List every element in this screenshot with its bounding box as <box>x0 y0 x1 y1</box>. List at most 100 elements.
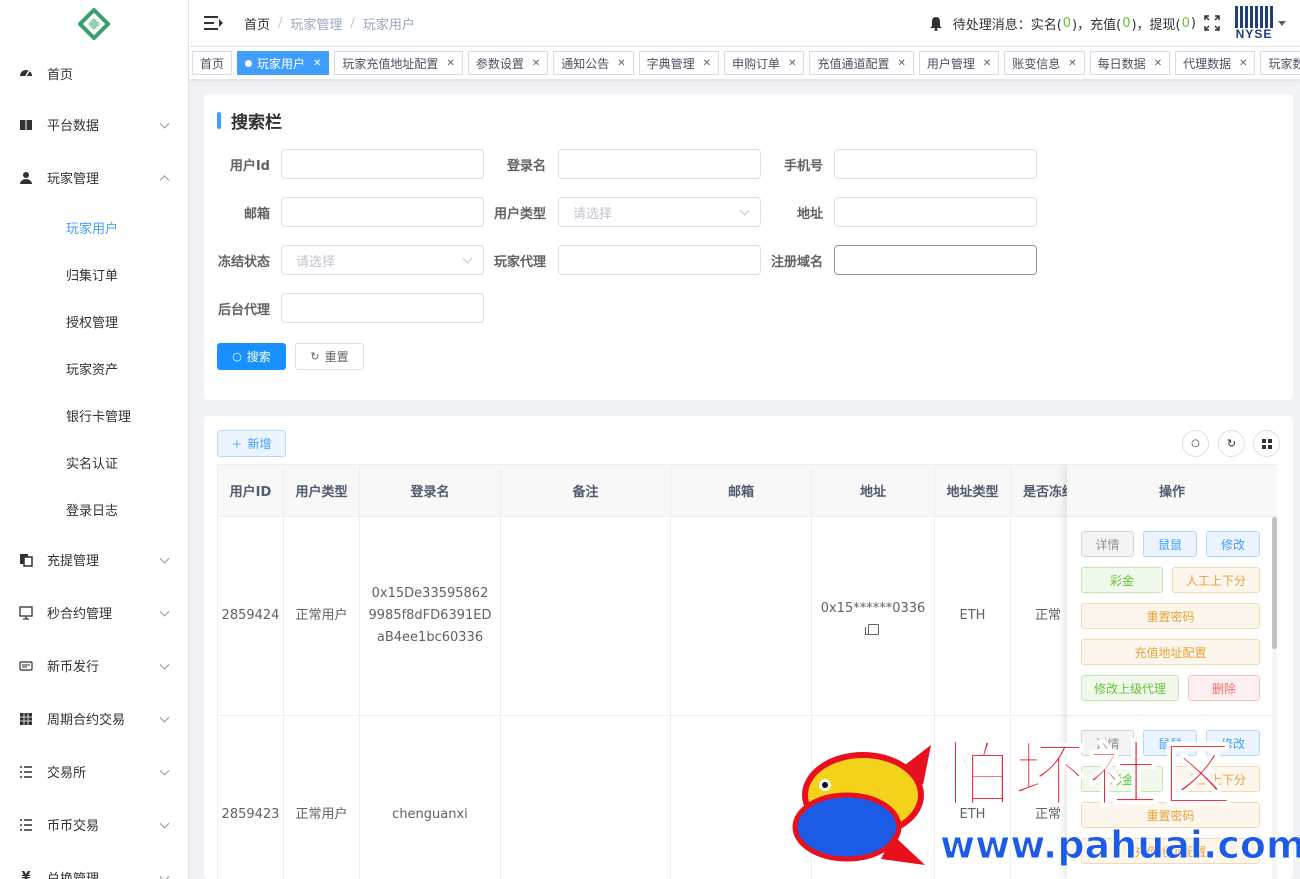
recharge-address-button[interactable]: 充值地址配置 <box>1081 639 1260 665</box>
login-name-input[interactable] <box>558 149 761 179</box>
search-button[interactable]: ○ 搜索 <box>217 343 286 370</box>
menu-item-coin-trade[interactable]: 币币交易 <box>0 798 188 851</box>
tag-account-changes[interactable]: 账变信息 ✕ <box>1004 51 1085 75</box>
bonus-button[interactable]: 彩金 <box>1081 567 1163 593</box>
tag-subscription[interactable]: 申购订单 ✕ <box>724 51 805 75</box>
cell-email <box>671 517 812 716</box>
tag-user-management[interactable]: 用户管理 ✕ <box>918 51 1000 75</box>
column-header[interactable]: 地址 <box>812 464 935 517</box>
detail-button[interactable]: 详情 <box>1081 531 1134 557</box>
sidebar-subitem-collection-orders[interactable]: 归集订单 <box>0 251 188 298</box>
close-icon[interactable]: ✕ <box>532 58 540 69</box>
menu-label: 玩家管理 <box>47 172 100 187</box>
column-header[interactable]: 用户类型 <box>284 464 360 517</box>
copy-icon[interactable] <box>864 623 879 635</box>
sidebar-subitem-real-name[interactable]: 实名认证 <box>0 439 188 486</box>
recharge-address-button[interactable]: 充值地址配置 <box>1081 838 1260 864</box>
menu-item-exchange[interactable]: 交易所 <box>0 745 188 798</box>
players-table: 用户ID 用户类型 登录名 备注 邮箱 地址 地址类型 是否冻结 2859424… <box>217 464 1279 879</box>
register-domain-input[interactable] <box>834 245 1037 275</box>
bonus-button[interactable]: 彩金 <box>1081 766 1163 792</box>
email-input[interactable] <box>281 197 484 227</box>
edit-button[interactable]: 修改 <box>1206 531 1260 557</box>
user-type-placeholder: 请选择 <box>573 206 613 222</box>
tag-agent-data[interactable]: 代理数据 ✕ <box>1175 51 1256 75</box>
tag-notice[interactable]: 通知公告 ✕ <box>553 51 634 75</box>
mouse-button[interactable]: 鼠鼠 <box>1143 531 1197 557</box>
close-icon[interactable]: ✕ <box>703 58 711 69</box>
tag-recharge-channel[interactable]: 充值通道配置 ✕ <box>809 51 914 75</box>
column-header[interactable]: 备注 <box>501 464 671 517</box>
tag-home[interactable]: 首页 <box>192 51 233 75</box>
toggle-search-button[interactable]: ○ <box>1182 430 1209 457</box>
add-button[interactable]: ＋ 新增 <box>217 430 286 457</box>
mouse-button[interactable]: 鼠鼠 <box>1143 730 1197 756</box>
avatar[interactable]: NYSE <box>1234 4 1274 42</box>
detail-button[interactable]: 详情 <box>1081 730 1134 756</box>
sidebar-subitem-bank-cards[interactable]: 银行卡管理 <box>0 392 188 439</box>
reset-password-button[interactable]: 重置密码 <box>1081 603 1260 629</box>
columns-button[interactable] <box>1253 430 1280 457</box>
edit-agent-button[interactable]: 修改上级代理 <box>1081 675 1179 701</box>
column-header[interactable]: 用户ID <box>218 464 284 517</box>
menu-item-platform-data[interactable]: 平台数据 <box>0 98 188 151</box>
close-icon[interactable]: ✕ <box>897 58 905 69</box>
sidebar-subitem-player-assets[interactable]: 玩家资产 <box>0 345 188 392</box>
pending-messages[interactable]: 待处理消息：实名( 0 )，充值( 0 )，提现( 0 ) <box>929 14 1196 33</box>
hamburger-icon[interactable] <box>204 16 223 30</box>
menu-item-recharge-withdraw[interactable]: 充提管理 <box>0 533 188 586</box>
column-header[interactable]: 登录名 <box>360 464 501 517</box>
close-icon[interactable]: ✕ <box>313 58 321 69</box>
menu-label: 交易所 <box>47 766 87 781</box>
manual-adjust-button[interactable]: 人工上下分 <box>1172 567 1260 593</box>
freeze-status-select[interactable]: 请选择 <box>281 245 484 275</box>
menu-item-player-management[interactable]: 玩家管理 <box>0 151 188 204</box>
menu-item-home[interactable]: 首页 <box>0 48 188 98</box>
breadcrumb-home[interactable]: 首页 <box>244 14 270 33</box>
tag-player-data[interactable]: 玩家数据 <box>1260 51 1300 75</box>
sidebar-subitem-authorization[interactable]: 授权管理 <box>0 298 188 345</box>
close-icon[interactable]: ✕ <box>1239 58 1247 69</box>
column-header[interactable]: 邮箱 <box>671 464 812 517</box>
close-icon[interactable]: ✕ <box>1154 58 1162 69</box>
delete-button[interactable]: 删除 <box>1188 675 1260 701</box>
menu-item-period-contract[interactable]: 周期合约交易 <box>0 692 188 745</box>
label-backend-agent: 后台代理 <box>217 303 270 318</box>
tag-dict[interactable]: 字典管理 ✕ <box>638 51 720 75</box>
menu-item-second-contract[interactable]: 秒合约管理 <box>0 586 188 639</box>
close-icon[interactable]: ✕ <box>1068 58 1076 69</box>
cell-remark <box>501 517 671 716</box>
tag-recharge-address[interactable]: 玩家充值地址配置 ✕ <box>334 51 463 75</box>
close-icon[interactable]: ✕ <box>617 58 625 69</box>
close-icon[interactable]: ✕ <box>788 58 796 69</box>
scrollbar[interactable] <box>1272 517 1277 879</box>
refresh-button[interactable]: ↻ <box>1218 430 1245 457</box>
menu-item-conversion[interactable]: ¥ 兑换管理 <box>0 851 188 879</box>
sidebar-subitem-login-log[interactable]: 登录日志 <box>0 486 188 533</box>
manual-adjust-button[interactable]: 人工上下分 <box>1172 766 1260 792</box>
reset-button[interactable]: ↻ 重置 <box>295 343 364 370</box>
caret-down-icon[interactable] <box>1278 20 1286 26</box>
menu-item-new-coin[interactable]: 新币发行 <box>0 639 188 692</box>
user-id-input[interactable] <box>281 149 484 179</box>
scrollbar-thumb[interactable] <box>1272 517 1277 649</box>
phone-input[interactable] <box>834 149 1037 179</box>
fullscreen-icon[interactable] <box>1204 15 1220 31</box>
close-icon[interactable]: ✕ <box>446 58 454 69</box>
edit-button[interactable]: 修改 <box>1206 730 1260 756</box>
player-agent-input[interactable] <box>558 245 761 275</box>
cell-email <box>671 716 812 879</box>
logo[interactable] <box>0 0 188 48</box>
close-icon[interactable]: ✕ <box>983 58 991 69</box>
tag-daily-data[interactable]: 每日数据 ✕ <box>1089 51 1171 75</box>
reset-password-button[interactable]: 重置密码 <box>1081 802 1260 828</box>
sidebar-subitem-player-users[interactable]: 玩家用户 <box>0 204 188 251</box>
tag-player-users[interactable]: 玩家用户 ✕ <box>237 51 330 75</box>
tag-params[interactable]: 参数设置 ✕ <box>467 51 549 75</box>
user-type-select[interactable]: 请选择 <box>558 197 761 227</box>
address-input[interactable] <box>834 197 1037 227</box>
column-header[interactable]: 地址类型 <box>935 464 1011 517</box>
nyse-logo-icon <box>1235 6 1273 28</box>
backend-agent-input[interactable] <box>281 293 484 323</box>
tag-label: 玩家数据 <box>1268 56 1300 71</box>
